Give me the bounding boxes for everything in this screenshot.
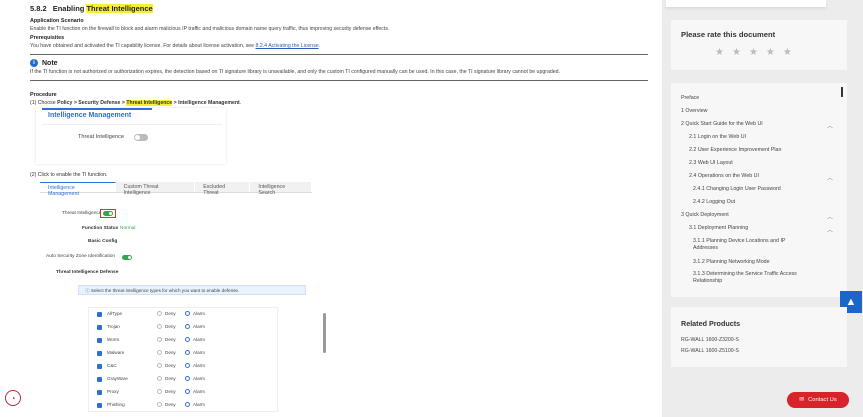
screenshot-intelligence-management: Intelligence Management Threat Intellige… [36, 108, 226, 164]
table-row: Malware Deny Alarm [89, 347, 279, 360]
table-row: Worm Deny Alarm [89, 334, 279, 347]
shot2-ti-label: Threat Intelligence [62, 211, 102, 216]
step-2: (2) Click to enable the TI function. [30, 172, 108, 178]
ti-toggle-off [134, 134, 148, 141]
checkbox-icon [97, 338, 102, 343]
mail-icon: ✉ [799, 397, 805, 403]
toc-item[interactable]: 1 Overview [681, 108, 708, 115]
toc-item[interactable]: Preface [681, 95, 699, 102]
info-bar: ⓘ Select the threat intelligence types f… [78, 285, 306, 295]
related-products: Related Products RG-WALL 1600-Z3200-S RG… [671, 307, 847, 367]
section-title-prefix: Enabling [52, 4, 85, 13]
top-card [666, 0, 826, 8]
info-text: Select the threat intelligence types for… [90, 288, 240, 293]
prereq-paragraph: You have obtained and activated the TI c… [30, 43, 321, 49]
related-title: Related Products [681, 319, 741, 328]
table-scrollbar [323, 313, 326, 353]
checkbox-icon [97, 403, 102, 408]
checkbox-icon [97, 377, 102, 382]
chevron-up-icon[interactable]: ︿ [827, 121, 833, 130]
related-product-link[interactable]: RG-WALL 1600-Z3200-S [681, 337, 739, 343]
tab-intelligence-management: Intelligence Management [40, 182, 116, 197]
document-content: 5.8.2 Enabling Threat Intelligence Appli… [0, 0, 662, 417]
star-icon[interactable]: ★ [715, 47, 724, 58]
basic-config: Basic Config [88, 239, 118, 244]
ti-defense-label: Threat Intelligence Defense [56, 270, 119, 275]
cookie-icon[interactable]: ◔ [5, 390, 21, 406]
license-link[interactable]: 8.2.4 Activating the License [256, 43, 319, 49]
chevron-up-icon[interactable]: ︿ [827, 173, 833, 182]
toc-item[interactable]: 3.1.3 Determining the Service Traffic Ac… [687, 271, 823, 285]
star-icon[interactable]: ★ [766, 47, 775, 58]
highlight-box [100, 209, 116, 218]
shot1-ti-label: Threat Intelligence [78, 134, 125, 140]
chevron-up-icon[interactable]: ︿ [827, 212, 833, 221]
toc-item[interactable]: 2.4.2 Logging Out [693, 199, 735, 206]
toc-item[interactable]: 2.4 Operations on the Web UI [689, 173, 759, 180]
star-icon[interactable]: ★ [749, 47, 758, 58]
ti-type-table: AllType Deny Alarm Trojan Deny Alarm Worm Den… [88, 307, 326, 412]
tab-intelligence-search: Intelligence Search [250, 182, 312, 196]
star-icon[interactable]: ★ [732, 47, 741, 58]
toc-item[interactable]: 3.1.2 Planning Networking Mode [693, 259, 770, 266]
toc-item[interactable]: 2.4.1 Changing Login User Password [693, 186, 781, 193]
shot2-tabs: Intelligence Management Custom Threat In… [40, 182, 312, 197]
info-icon: i [30, 59, 38, 67]
table-row: AllType Deny Alarm [89, 308, 279, 321]
toc-item[interactable]: 2 Quick Start Guide for the Web UI [681, 121, 763, 128]
note-header: i Note [30, 59, 648, 67]
note-title: Note [42, 59, 58, 67]
table-of-contents: Preface 1 Overview 2 Quick Start Guide f… [671, 83, 847, 297]
contact-label: Contact Us [808, 397, 837, 403]
prereq-text: You have obtained and activated the TI c… [30, 43, 256, 49]
toc-item[interactable]: 3.1 Deployment Planning [689, 225, 748, 232]
toc-scrollbar[interactable] [841, 87, 843, 97]
page: 5.8.2 Enabling Threat Intelligence Appli… [0, 0, 863, 417]
tab-excluded-threat: Excluded Threat [195, 182, 251, 196]
function-status-label: Function Status [82, 226, 119, 231]
auto-zone-toggle [122, 255, 132, 260]
scenario-title: Application Scenario [30, 18, 84, 24]
star-rating: ★ ★ ★ ★ ★ [715, 47, 792, 58]
checkbox-icon [97, 364, 102, 369]
prereq-title: Prerequisites [30, 35, 65, 41]
checkbox-icon [97, 312, 102, 317]
related-product-link[interactable]: RG-WALL 1600-Z5100-S [681, 348, 739, 354]
checkbox-icon [97, 390, 102, 395]
auto-zone-label: Auto Security Zone Identification [46, 254, 116, 259]
table-row: Trojan Deny Alarm [89, 321, 279, 334]
tab-custom-ti: Custom Threat Intelligence [115, 182, 196, 196]
table-row: Proxy Deny Alarm [89, 386, 279, 399]
note-text: If the TI function is not authorized or … [30, 69, 560, 75]
section-heading: 5.8.2 Enabling Threat Intelligence [30, 4, 648, 13]
star-icon[interactable]: ★ [783, 47, 792, 58]
toc-item[interactable]: 2.2 User Experience Improvement Plan [689, 147, 781, 154]
toc-item[interactable]: 3 Quick Deployment [681, 212, 729, 219]
procedure-title: Procedure [30, 92, 57, 98]
table-row: Phishing Deny Alarm [89, 399, 279, 412]
step-1: (1) Choose Policy > Security Defense > T… [30, 100, 242, 106]
screenshot-ti-config: Intelligence Management Custom Threat In… [40, 182, 326, 412]
divider [30, 80, 648, 81]
function-status-value: Normal [120, 226, 136, 231]
checkbox-icon [97, 325, 102, 330]
table-row: C&C Deny Alarm [89, 360, 279, 373]
rate-title: Please rate this document [681, 30, 776, 39]
toc-item[interactable]: 3.1.1 Planning Device Locations and IP A… [687, 238, 807, 252]
divider [30, 54, 648, 55]
table-row: GrayWare Deny Alarm [89, 373, 279, 386]
info-circle-icon: ⓘ [85, 288, 90, 293]
arrow-up-icon: ▲ [845, 296, 857, 308]
scenario-text: Enable the TI function on the firewall t… [30, 26, 390, 32]
section-title-highlight: Threat Intelligence [86, 4, 153, 13]
shot1-title: Intelligence Management [48, 112, 132, 119]
toc-item[interactable]: 2.3 Web UI Layout [689, 160, 733, 167]
toc-item[interactable]: 2.1 Login on the Web UI [689, 134, 746, 141]
chevron-up-icon[interactable]: ︿ [827, 225, 833, 234]
section-number: 5.8.2 [30, 4, 47, 13]
contact-us-button[interactable]: ✉ Contact Us [787, 392, 849, 408]
rate-panel: Please rate this document ★ ★ ★ ★ ★ [671, 20, 847, 70]
checkbox-icon [97, 351, 102, 356]
